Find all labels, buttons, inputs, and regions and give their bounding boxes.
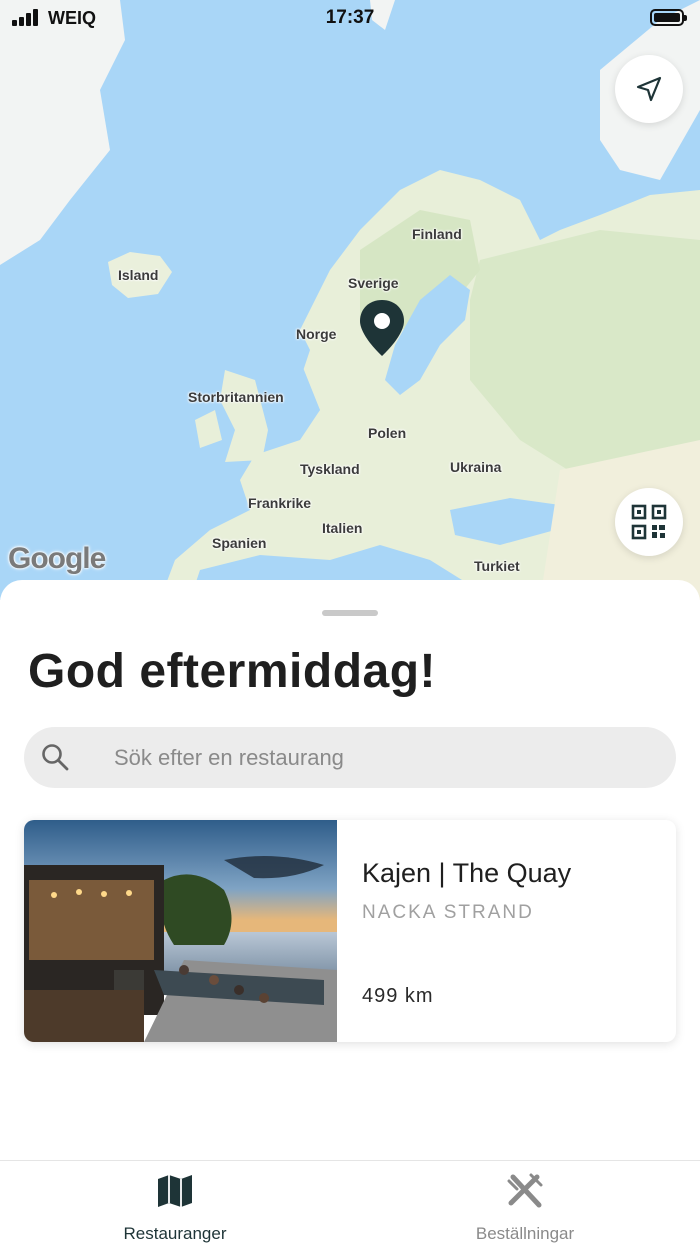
map-view[interactable]: Island Finland Sverige Norge Storbritann… (0, 0, 700, 600)
map-label-storbritannien: Storbritannien (188, 389, 284, 405)
status-bar: WEIQ 17:37 (0, 0, 700, 36)
tab-bestallningar[interactable]: Beställningar (350, 1161, 700, 1245)
map-label-italien: Italien (322, 520, 363, 536)
restaurant-area: NACKA STRAND (362, 902, 534, 923)
map-label-frankrike: Frankrike (248, 495, 312, 511)
search-icon (42, 744, 69, 771)
utensils-icon (507, 1173, 543, 1208)
map-graphic (0, 0, 700, 600)
greeting-title: God eftermiddag! (28, 645, 437, 698)
map-label-sverige: Sverige (348, 275, 399, 291)
qr-code-icon (631, 504, 667, 540)
sheet-drag-handle[interactable] (322, 610, 378, 616)
map-label-turkiet: Turkiet (474, 558, 520, 574)
status-time: 17:37 (325, 7, 375, 28)
tab-bar: Restauranger Beställningar (0, 1160, 700, 1245)
map-label-finland: Finland (412, 226, 462, 242)
map-label-ukraina: Ukraina (450, 459, 502, 475)
tab-restauranger-label: Restauranger (123, 1224, 227, 1243)
map-label-spanien: Spanien (212, 535, 267, 551)
tab-restauranger[interactable]: Restauranger (0, 1161, 350, 1245)
restaurant-distance: 499 km (362, 985, 434, 1007)
map-label-island: Island (118, 267, 159, 283)
tab-bestallningar-label: Beställningar (475, 1224, 575, 1243)
search-input[interactable] (112, 739, 656, 777)
locate-me-button[interactable] (615, 55, 683, 123)
restaurant-name: Kajen | The Quay (362, 858, 572, 888)
bottom-sheet: God eftermiddag! Sök efter en restaurang… (0, 580, 700, 1160)
restaurant-card[interactable]: Kajen | The Quay NACKA STRAND 499 km (24, 820, 676, 1042)
battery-icon (650, 9, 687, 26)
map-label-tyskland: Tyskland (300, 461, 360, 477)
map-label-polen: Polen (368, 425, 407, 441)
map-label-norge: Norge (296, 326, 337, 342)
restaurant-photo (24, 820, 337, 1042)
qr-scan-button[interactable] (615, 488, 683, 556)
location-pin-icon[interactable] (358, 298, 406, 358)
google-logo: Google (8, 542, 106, 575)
navigation-arrow-icon (636, 76, 662, 102)
search-bar[interactable] (24, 727, 676, 788)
map-icon (158, 1175, 192, 1207)
